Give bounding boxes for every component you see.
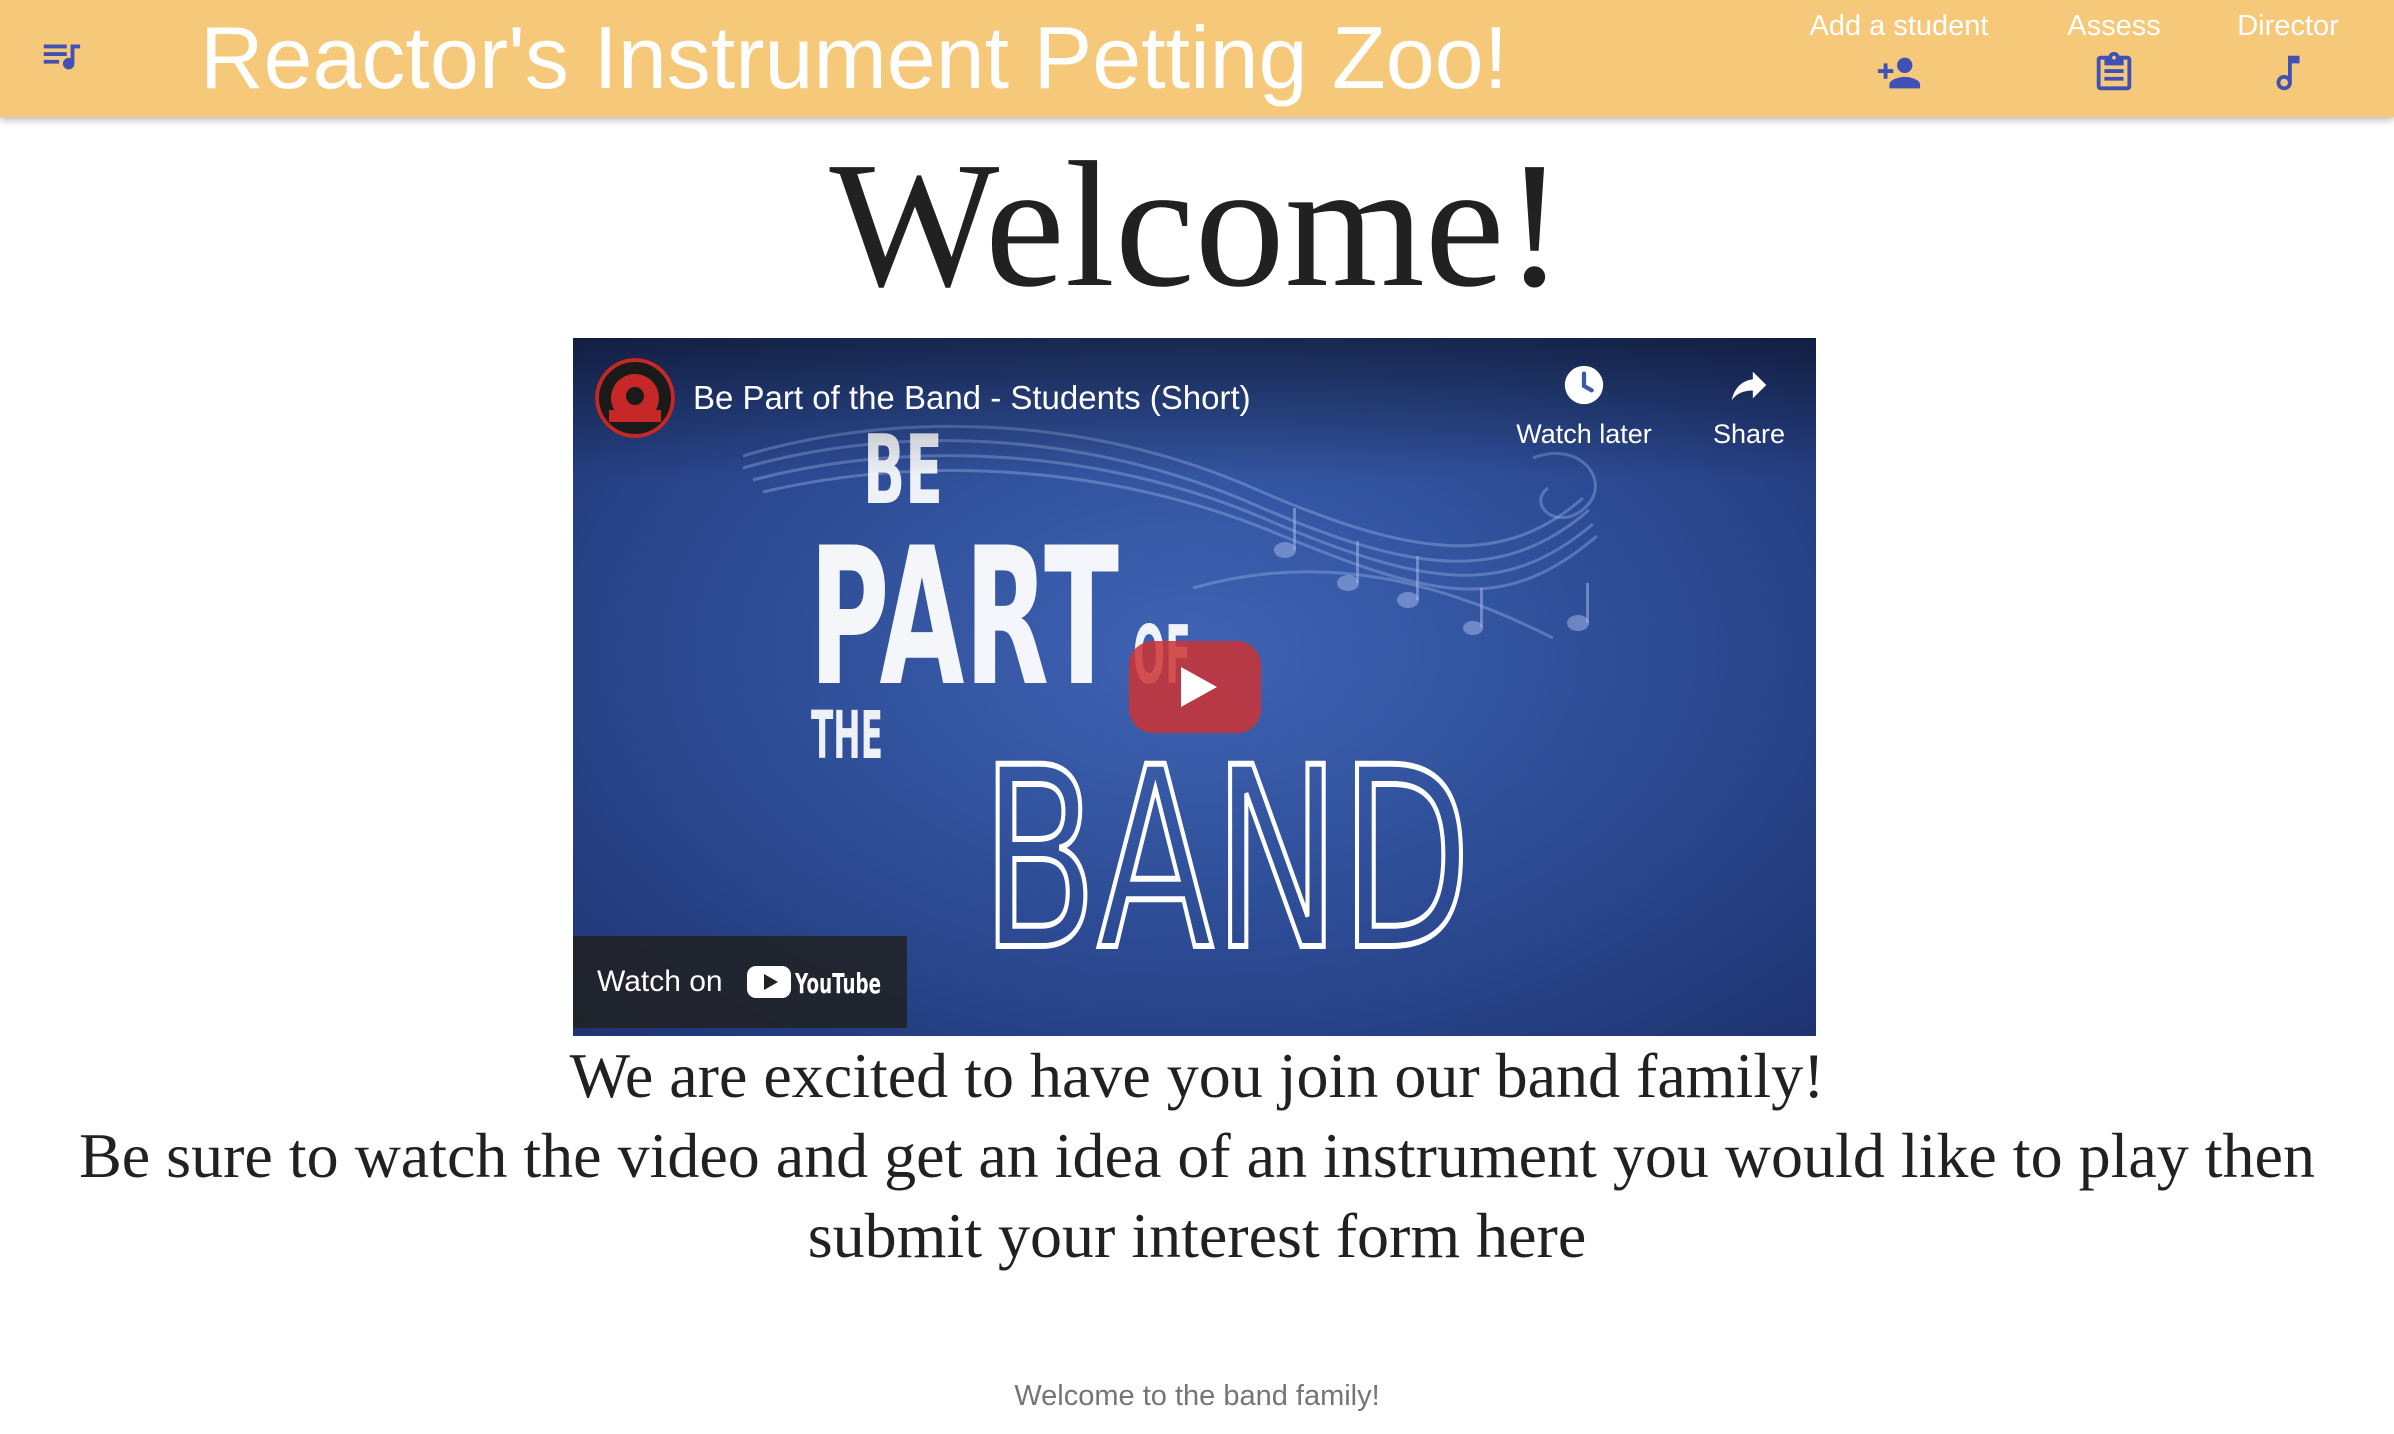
intro-text: We are excited to have you join our band… [0,1036,2394,1276]
footer-text: Welcome to the band family! [1014,1380,1380,1412]
video-title[interactable]: Be Part of the Band - Students (Short) [693,378,1251,418]
thumbnail-text-part: PART [809,507,1119,728]
youtube-wordmark: YouTube [794,967,881,1000]
video-embed[interactable]: BE PART OF THE BAND Be Part of the Band … [573,338,1816,1036]
app-bar: Reactor's Instrument Petting Zoo! Add a … [0,0,2394,117]
thumbnail-text-band: BAND [981,714,1471,1005]
nav-add-student-label: Add a student [1809,10,1989,42]
channel-avatar[interactable] [595,358,675,438]
clock-icon [1564,365,1604,405]
share-label: Share [1712,419,1786,449]
thumbnail-text-the: THE [811,697,883,774]
share-arrow-icon [1731,371,1767,401]
nav-add-student-button[interactable]: Add a student [1790,6,2008,106]
nav-assess-label: Assess [2067,10,2161,42]
watch-later-button[interactable]: Watch later [1499,362,1669,450]
intro-line-1: We are excited to have you join our band… [569,1040,1825,1111]
share-button[interactable]: Share [1679,362,1816,450]
nav-director-label: Director [2237,10,2339,42]
person-add-icon [1877,57,1921,89]
app-title: Reactor's Instrument Petting Zoo! [200,8,1509,107]
nav-assess-button[interactable]: Assess [2046,6,2182,106]
clipboard-icon [2096,51,2132,91]
queue-music-icon[interactable] [38,33,84,79]
welcome-heading: Welcome! [829,125,1565,324]
youtube-logo-icon: YouTube [747,966,881,1000]
music-note-icon [2276,55,2300,91]
play-icon[interactable] [1129,641,1261,733]
watch-on-youtube-button[interactable]: Watch on YouTube [573,936,907,1028]
watch-on-label: Watch on [597,965,723,998]
nav-director-button[interactable]: Director [2218,6,2358,106]
intro-line-2: Be sure to watch the video and get an id… [79,1120,2315,1271]
watch-later-label: Watch later [1516,419,1652,449]
